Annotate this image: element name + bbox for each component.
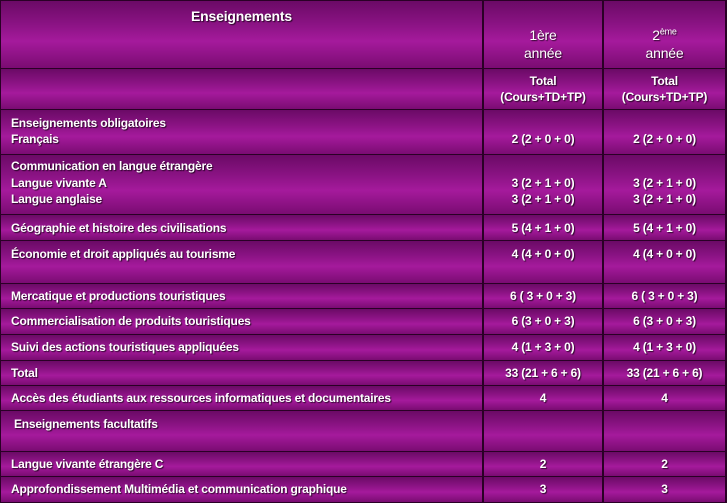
row-label: Économie et droit appliqués au tourisme: [11, 247, 236, 261]
table-row: Langue vivante étrangère C 2 2: [0, 452, 727, 476]
year2-value: 2: [661, 457, 668, 471]
year1-value: 33 (21 + 6 + 6): [505, 366, 581, 380]
table-row: Commercialisation de produits touristiqu…: [0, 309, 727, 334]
total-formula: (Cours+TD+TP): [500, 90, 586, 104]
year2-value: 3 (2 + 1 + 0): [633, 192, 696, 206]
year2-value: 6 ( 3 + 0 + 3): [631, 289, 698, 303]
year1-value: 2 (2 + 0 + 0): [511, 132, 575, 146]
section-row: Enseignements facultatifs: [0, 411, 727, 451]
total-header-row: Total (Cours+TD+TP) Total (Cours+TD+TP): [0, 69, 727, 109]
row-label: Langue vivante A: [11, 176, 107, 190]
year2-superscript: ème: [659, 26, 677, 37]
year2-number: 2: [652, 27, 660, 43]
row-label: Langue anglaise: [11, 192, 103, 206]
table-row: Suivi des actions touristiques appliquée…: [0, 335, 727, 360]
year2-value: 4 (1 + 3 + 0): [633, 340, 696, 354]
year2-value: 4 (4 + 0 + 0): [633, 247, 696, 261]
header-row: Enseignements 1ère année 2ème année: [0, 1, 727, 68]
row-label: Commercialisation de produits touristiqu…: [11, 314, 251, 328]
total-label: Total: [529, 74, 557, 88]
total-header-blank: [1, 69, 483, 109]
total-header-year1: Total (Cours+TD+TP): [484, 69, 603, 109]
section-label: Enseignements facultatifs: [14, 417, 158, 431]
year1-line2: année: [524, 45, 562, 61]
row-label: Français: [11, 132, 59, 146]
year1-value: 3 (2 + 1 + 0): [511, 176, 575, 190]
table-row: Accès des étudiants aux ressources infor…: [0, 386, 727, 410]
row-label: Langue vivante étrangère C: [11, 457, 164, 471]
year2-value: 6 (3 + 0 + 3): [633, 314, 696, 328]
table-row: Enseignements obligatoires Français 2 (2…: [0, 110, 727, 154]
year1-value: 4 (1 + 3 + 0): [511, 340, 575, 354]
year1-value: 3 (2 + 1 + 0): [511, 192, 575, 206]
total-header-year2: Total (Cours+TD+TP): [604, 69, 726, 109]
row-label: Total: [11, 366, 38, 380]
table-row: Géographie et histoire des civilisations…: [0, 215, 727, 240]
year1-line1: 1ère: [529, 27, 557, 43]
year1-value: 5 (4 + 1 + 0): [511, 221, 575, 235]
row-label: Enseignements obligatoires: [11, 116, 166, 130]
year2-value: 5 (4 + 1 + 0): [633, 221, 696, 235]
year1-value: 2: [539, 457, 547, 471]
row-label: Suivi des actions touristiques appliquée…: [11, 340, 239, 354]
year1-value: 4: [539, 391, 547, 405]
row-label: Accès des étudiants aux ressources infor…: [11, 391, 391, 405]
table-row: Communication en langue étrangère Langue…: [0, 155, 727, 214]
year2-value: 3 (2 + 1 + 0): [633, 176, 696, 190]
year1-value: 6 ( 3 + 0 + 3): [510, 289, 576, 303]
curriculum-table: Enseignements 1ère année 2ème année Tota…: [0, 0, 727, 503]
year2-value: 4: [661, 391, 668, 405]
year2-value: 2 (2 + 0 + 0): [633, 132, 696, 146]
row-label: Communication en langue étrangère: [11, 159, 213, 173]
header-year2-cell: 2ème année: [604, 1, 726, 68]
year2-line1: 2ème: [604, 26, 725, 44]
table-row: Approfondissement Multimédia et communic…: [0, 477, 727, 502]
year2-value: 33 (21 + 6 + 6): [626, 366, 703, 380]
year2-value: 3: [661, 482, 668, 496]
total-formula: (Cours+TD+TP): [621, 90, 708, 104]
table-row: Économie et droit appliqués au tourisme …: [0, 241, 727, 283]
row-label: Mercatique et productions touristiques: [11, 289, 226, 303]
header-title: Enseignements: [191, 8, 292, 24]
header-subject-cell: Enseignements: [1, 1, 483, 68]
table-row: Mercatique et productions touristiques 6…: [0, 284, 727, 308]
header-year1-cell: 1ère année: [484, 1, 603, 68]
year2-line2: année: [645, 45, 684, 61]
row-label: Géographie et histoire des civilisations: [11, 221, 227, 235]
year1-value: 6 (3 + 0 + 3): [511, 314, 575, 328]
year1-value: 4 (4 + 0 + 0): [511, 247, 575, 261]
year1-value: 3: [539, 482, 547, 496]
row-label: Approfondissement Multimédia et communic…: [11, 482, 347, 496]
total-label: Total: [651, 74, 678, 88]
total-row: Total 33 (21 + 6 + 6) 33 (21 + 6 + 6): [0, 361, 727, 385]
